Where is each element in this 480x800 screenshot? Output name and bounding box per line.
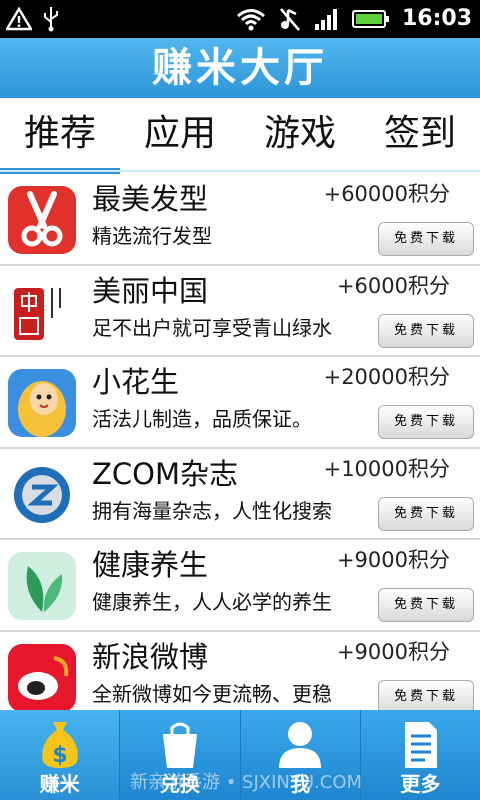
nav-earn[interactable]: $ 赚米 <box>0 710 121 800</box>
app-name: 健康养生 <box>92 548 209 582</box>
zcom-logo-icon <box>8 460 76 529</box>
app-description: 拥有海量杂志，人性化搜索 <box>92 498 332 523</box>
peanut-character-icon <box>8 369 76 437</box>
app-name: 美丽中国 <box>92 273 209 308</box>
muted-sound-icon <box>280 8 300 31</box>
nav-label: 更多 <box>400 772 441 796</box>
points-reward: +9000积分 <box>336 548 450 572</box>
page-title: 赚米大厅 <box>152 45 328 91</box>
beautiful-china-icon <box>8 277 76 346</box>
points-reward: +10000积分 <box>323 456 450 481</box>
app-description: 活法儿制造，品质保证。 <box>92 407 312 431</box>
app-name: 新浪微博 <box>92 639 209 674</box>
download-button[interactable]: 免费下载 <box>378 679 474 710</box>
weibo-icon <box>8 643 76 710</box>
app-name: 小花生 <box>92 365 180 399</box>
document-icon <box>405 722 438 768</box>
battery-icon <box>351 10 389 28</box>
nav-label: 我 <box>290 772 311 796</box>
list-item[interactable]: 最美发型 精选流行发型 +60000积分 免费下载 <box>0 174 480 266</box>
points-reward: +9000积分 <box>336 639 450 664</box>
app-description: 全新微博如今更流畅、更稳 <box>92 681 332 706</box>
title-bar: 赚米大厅 <box>0 38 480 98</box>
wifi-icon <box>237 9 265 31</box>
points-reward: +20000积分 <box>323 365 450 389</box>
download-button[interactable]: 免费下载 <box>378 222 474 256</box>
nav-label: 兑换 <box>159 772 200 796</box>
bottom-nav: $ 赚米 兑换 我 更多 <box>0 710 480 800</box>
download-button[interactable]: 免费下载 <box>378 588 474 622</box>
list-item[interactable]: 小花生 活法儿制造，品质保证。 +20000积分 免费下载 <box>0 357 480 449</box>
download-button[interactable]: 免费下载 <box>378 496 474 531</box>
tab-checkin[interactable]: 签到 <box>360 98 480 174</box>
list-item[interactable]: 新浪微博 全新微博如今更流畅、更稳 +9000积分 免费下载 <box>0 631 480 710</box>
list-item[interactable]: 美丽中国 足不出户就可享受青山绿水 +6000积分 免费下载 <box>0 265 480 357</box>
usb-icon <box>44 7 58 32</box>
warning-icon <box>6 7 32 31</box>
app-description: 足不出户就可享受青山绿水 <box>92 315 332 340</box>
tab-games[interactable]: 游戏 <box>240 98 360 174</box>
list-item[interactable]: ZCOM杂志 拥有海量杂志，人性化搜索 +10000积分 免费下载 <box>0 448 480 540</box>
shopping-bag-icon <box>162 722 197 768</box>
nav-me[interactable]: 我 <box>241 710 361 800</box>
svg-text:$: $ <box>52 743 67 768</box>
app-description: 健康养生，人人必学的养生 <box>92 590 332 614</box>
clock: 16:03 <box>401 6 472 31</box>
tab-recommend[interactable]: 推荐 <box>0 98 120 174</box>
money-bag-icon: $ <box>41 722 78 768</box>
nav-exchange[interactable]: 兑换 <box>120 710 241 800</box>
app-name: ZCOM杂志 <box>92 456 238 491</box>
app-description: 精选流行发型 <box>92 224 212 248</box>
scissors-icon <box>8 186 76 254</box>
user-icon <box>279 722 322 768</box>
nav-more[interactable]: 更多 <box>361 710 480 800</box>
leaf-icon <box>8 552 76 620</box>
status-bar: 16:03 <box>0 0 480 38</box>
download-button[interactable]: 免费下载 <box>378 405 474 439</box>
tab-bar: 推荐 应用 游戏 签到 <box>0 98 480 174</box>
signal-icon <box>314 9 337 30</box>
download-button[interactable]: 免费下载 <box>378 313 474 348</box>
tab-divider <box>0 170 480 172</box>
list-item[interactable]: 健康养生 健康养生，人人必学的养生 +9000积分 免费下载 <box>0 540 480 632</box>
tab-apps[interactable]: 应用 <box>120 98 240 174</box>
points-reward: +6000积分 <box>336 273 450 298</box>
app-list[interactable]: 最美发型 精选流行发型 +60000积分 免费下载 美丽中国 足不出户就可享受青… <box>0 174 480 710</box>
nav-label: 赚米 <box>39 772 80 796</box>
points-reward: +60000积分 <box>323 182 450 206</box>
app-name: 最美发型 <box>92 182 209 216</box>
